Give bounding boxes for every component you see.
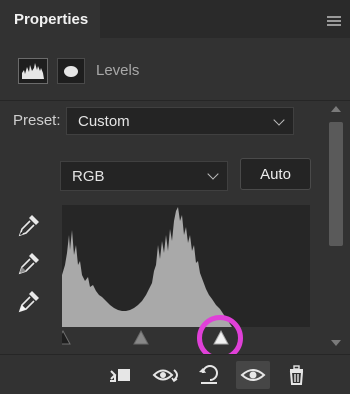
channel-value: RGB xyxy=(72,167,105,185)
preset-label: Preset: xyxy=(13,112,61,129)
white-eyedropper-icon[interactable] xyxy=(14,288,44,316)
chevron-down-icon xyxy=(207,168,219,180)
black-point-handle[interactable] xyxy=(55,329,71,345)
scrollbar-thumb[interactable] xyxy=(329,122,343,246)
clip-to-layer-icon[interactable] xyxy=(106,361,134,389)
properties-panel: Properties Levels Preset: Custom RGB Aut… xyxy=(0,0,350,394)
panel-tab-bar: Properties xyxy=(0,0,350,38)
histogram-icon[interactable] xyxy=(18,58,48,84)
hamburger-menu-icon[interactable] xyxy=(327,16,341,26)
trash-icon[interactable] xyxy=(283,361,311,389)
gray-point-handle[interactable] xyxy=(133,329,149,345)
adjustment-title: Levels xyxy=(96,62,140,79)
black-eyedropper-icon[interactable] xyxy=(14,212,44,240)
channel-dropdown[interactable]: RGB xyxy=(60,161,228,191)
mask-icon[interactable] xyxy=(57,58,85,84)
preset-dropdown[interactable]: Custom xyxy=(66,107,294,135)
scroll-down-arrow-icon[interactable] xyxy=(331,340,341,346)
scroll-up-arrow-icon[interactable] xyxy=(331,106,341,112)
view-previous-state-icon[interactable] xyxy=(152,361,180,389)
tab-properties[interactable]: Properties xyxy=(0,0,100,38)
histogram-shape xyxy=(62,207,232,327)
input-levels-slider[interactable] xyxy=(55,327,310,347)
reset-icon[interactable] xyxy=(196,361,224,389)
preset-value: Custom xyxy=(78,112,130,130)
bottom-toolbar xyxy=(0,354,350,394)
auto-button[interactable]: Auto xyxy=(240,158,311,190)
adjustment-header: Levels xyxy=(0,38,350,101)
gray-eyedropper-icon[interactable] xyxy=(14,250,44,278)
histogram xyxy=(62,205,310,327)
toggle-visibility-icon[interactable] xyxy=(236,361,270,389)
chevron-down-icon xyxy=(273,114,285,126)
